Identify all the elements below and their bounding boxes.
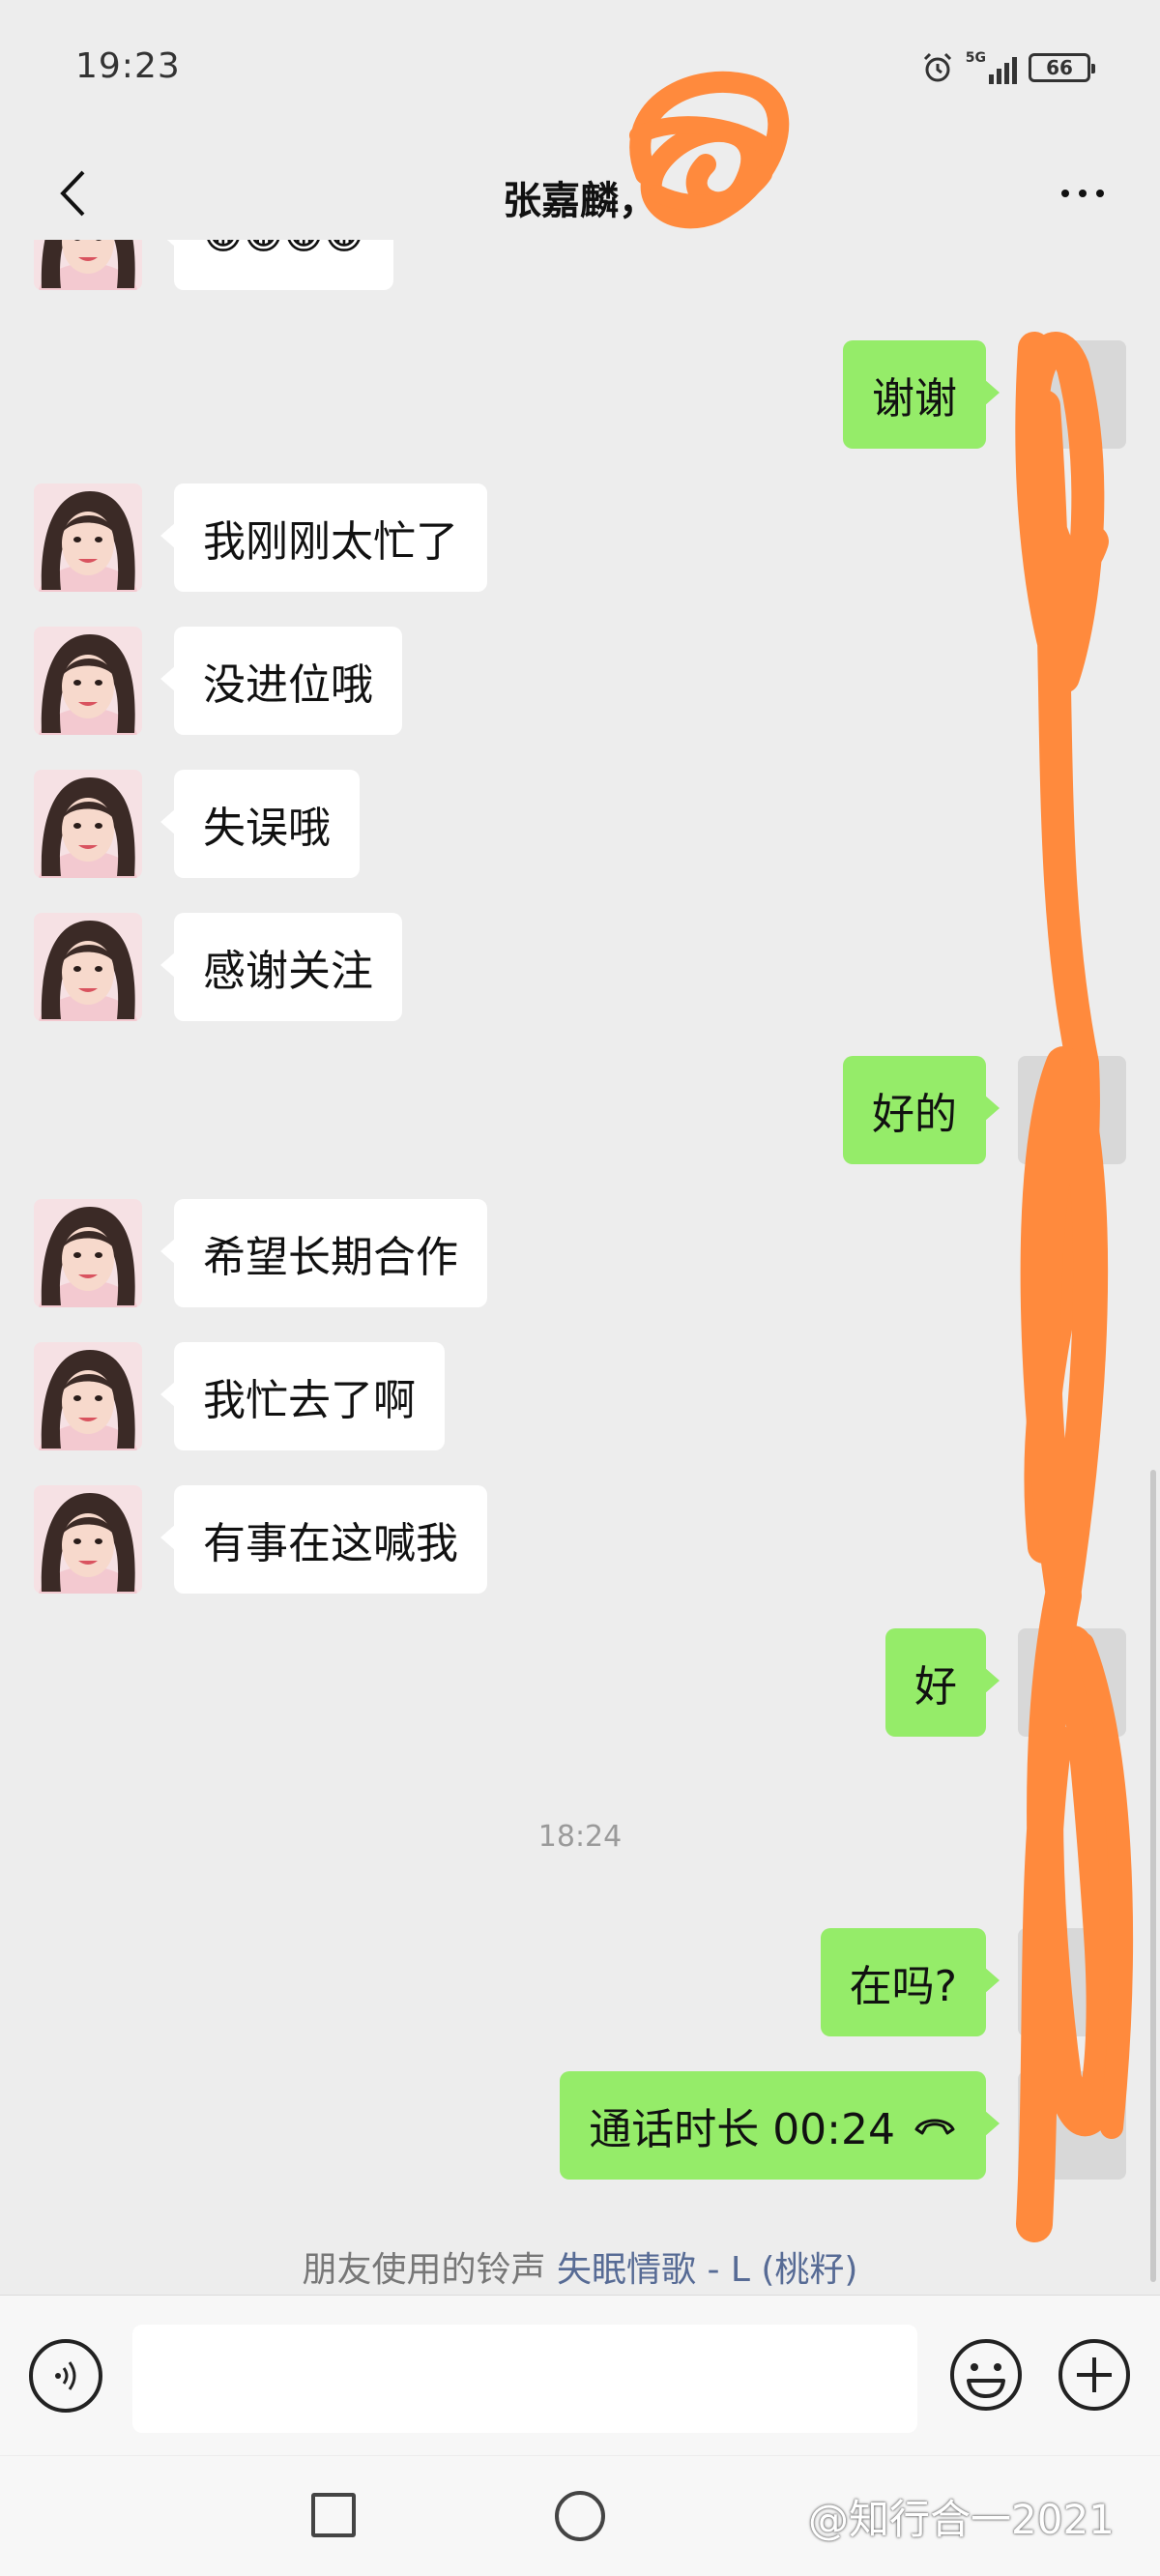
plus-icon xyxy=(1058,2339,1130,2411)
watermark: @知行合一2021 xyxy=(808,2496,1115,2543)
contact-avatar[interactable] xyxy=(34,913,142,1021)
battery-level: 66 xyxy=(1046,56,1073,79)
battery-icon: 66 xyxy=(1029,53,1095,82)
home-button[interactable] xyxy=(555,2491,605,2541)
message-sent: 好 xyxy=(0,1628,1160,1737)
message-bubble[interactable]: 希望长期合作 xyxy=(160,1199,487,1307)
phone-hangup-icon xyxy=(914,2119,955,2135)
recent-apps-button[interactable] xyxy=(311,2493,356,2537)
message-bubble[interactable]: 我忙去了啊 xyxy=(160,1342,445,1450)
contact-avatar[interactable] xyxy=(34,1485,142,1594)
voice-icon xyxy=(55,2361,76,2390)
message-bubble[interactable]: 感谢关注 xyxy=(160,913,402,1021)
ringtone-notice: 朋友使用的铃声 失眠情歌 - L (桃籽) xyxy=(0,2241,1160,2292)
chat-header: 张嘉麟， xyxy=(0,140,1160,247)
contact-avatar[interactable] xyxy=(34,483,142,592)
user-avatar[interactable] xyxy=(1018,340,1126,449)
ringtone-prefix: 朋友使用的铃声 xyxy=(302,2250,546,2290)
message-sent-call: 通话时长 00:24 xyxy=(0,2071,1160,2180)
message-received: 😁😁😁😁 xyxy=(0,240,1160,290)
more-options-button[interactable] xyxy=(1044,160,1121,227)
contact-avatar[interactable] xyxy=(34,1342,142,1450)
more-functions-button[interactable] xyxy=(1056,2336,1133,2414)
user-avatar[interactable] xyxy=(1018,1628,1126,1737)
message-bubble[interactable]: 好 xyxy=(885,1628,1000,1737)
emoji-button[interactable] xyxy=(947,2336,1025,2414)
contact-avatar[interactable] xyxy=(34,627,142,735)
chat-area[interactable]: 😁😁😁😁 谢谢 我刚刚太忙了 没进位哦 失误哦 感谢关注 好的 希望长期合作 我… xyxy=(0,240,1160,2295)
call-duration-text: 通话时长 00:24 xyxy=(589,2105,895,2154)
message-bubble[interactable]: 没进位哦 xyxy=(160,627,402,735)
message-bubble[interactable]: 谢谢 xyxy=(843,340,1000,449)
signal-icon: 5G xyxy=(966,51,1017,84)
contact-avatar[interactable] xyxy=(34,770,142,878)
ringtone-song-link[interactable]: 失眠情歌 - L (桃籽) xyxy=(557,2250,857,2290)
emoji-icon xyxy=(950,2339,1022,2411)
message-received: 有事在这喊我 xyxy=(0,1485,1160,1594)
network-label: 5G xyxy=(965,50,986,66)
message-received: 希望长期合作 xyxy=(0,1199,1160,1307)
message-sent: 谢谢 xyxy=(0,340,1160,449)
status-bar: 19:23 5G 66 xyxy=(0,0,1160,140)
message-sent: 在吗? xyxy=(0,1928,1160,2036)
status-time: 19:23 xyxy=(75,46,181,86)
voice-input-button[interactable] xyxy=(29,2339,102,2413)
status-icons: 5G 66 xyxy=(921,48,1095,87)
user-avatar[interactable] xyxy=(1018,1928,1126,2036)
alarm-icon xyxy=(923,52,951,82)
scrollbar[interactable] xyxy=(1150,1470,1156,2282)
call-record-bubble[interactable]: 通话时长 00:24 xyxy=(560,2071,1000,2180)
message-bubble[interactable]: 有事在这喊我 xyxy=(160,1485,487,1594)
contact-avatar[interactable] xyxy=(34,240,142,290)
message-sent: 好的 xyxy=(0,1056,1160,1164)
message-bubble[interactable]: 我刚刚太忙了 xyxy=(160,483,487,592)
message-input[interactable] xyxy=(132,2325,917,2433)
chat-title: 张嘉麟， xyxy=(503,179,657,223)
message-received: 我忙去了啊 xyxy=(0,1342,1160,1450)
message-received: 我刚刚太忙了 xyxy=(0,483,1160,592)
message-bubble[interactable]: 失误哦 xyxy=(160,770,360,878)
message-bubble[interactable]: 在吗? xyxy=(820,1928,1000,2036)
contact-avatar[interactable] xyxy=(34,1199,142,1307)
message-received: 失误哦 xyxy=(0,770,1160,878)
user-avatar[interactable] xyxy=(1018,2071,1126,2180)
message-bubble[interactable]: 😁😁😁😁 xyxy=(160,240,393,290)
timestamp: 18:24 xyxy=(537,1820,623,1854)
message-received: 感谢关注 xyxy=(0,913,1160,1021)
input-bar xyxy=(0,2295,1160,2455)
more-icon xyxy=(1061,190,1069,197)
message-received: 没进位哦 xyxy=(0,627,1160,735)
message-bubble[interactable]: 好的 xyxy=(843,1056,1000,1164)
user-avatar[interactable] xyxy=(1018,1056,1126,1164)
